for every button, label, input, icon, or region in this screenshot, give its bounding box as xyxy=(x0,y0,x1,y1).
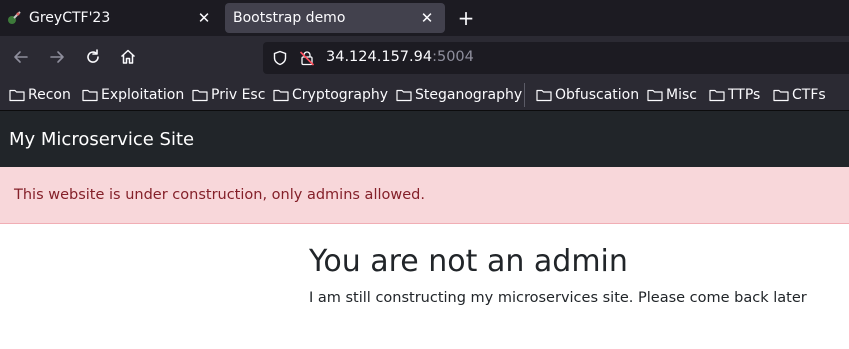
tab-title: Bootstrap demo xyxy=(233,10,346,26)
url-host: 34.124.157.94 xyxy=(326,49,433,65)
alert-message: This website is under construction, only… xyxy=(14,187,425,203)
bookmark-label: TTPs xyxy=(728,87,761,103)
alert-banner: This website is under construction, only… xyxy=(0,167,849,224)
folder-icon xyxy=(82,89,98,102)
greyctf-favicon-icon xyxy=(6,10,22,26)
bookmark-label: Recon xyxy=(28,87,71,103)
url-text[interactable]: 34.124.157.94:5004 xyxy=(326,49,474,65)
tab-greyctf[interactable]: GreyCTF'23 ✕ xyxy=(0,0,222,36)
arrow-right-icon[interactable] xyxy=(47,47,67,67)
page-heading: You are not an admin xyxy=(309,244,628,279)
bookmark-label: CTFs xyxy=(792,87,826,103)
bookmark-folder-exploitation[interactable]: Exploitation xyxy=(82,85,184,105)
folder-icon xyxy=(192,89,208,102)
folder-icon xyxy=(9,89,25,102)
close-icon[interactable]: ✕ xyxy=(419,10,435,26)
bookmark-label: Obfuscation xyxy=(555,87,640,103)
bookmark-folder-ctfs[interactable]: CTFs xyxy=(773,85,826,105)
bookmark-folder-priv-esc[interactable]: Priv Esc xyxy=(192,85,265,105)
navbar-brand[interactable]: My Microservice Site xyxy=(9,129,194,150)
tab-bootstrap-demo[interactable]: Bootstrap demo ✕ xyxy=(225,3,445,33)
bookmark-label: Priv Esc xyxy=(211,87,266,103)
bookmark-folder-cryptography[interactable]: Cryptography xyxy=(273,85,388,105)
bookmark-folder-obfuscation[interactable]: Obfuscation xyxy=(536,85,639,105)
folder-icon xyxy=(273,89,289,102)
navigation-toolbar: 34.124.157.94:5004 xyxy=(0,36,849,78)
home-icon[interactable] xyxy=(118,47,138,67)
folder-icon xyxy=(773,89,789,102)
tab-strip: GreyCTF'23 ✕ Bootstrap demo ✕ + xyxy=(0,0,849,36)
folder-icon xyxy=(396,89,412,102)
folder-icon xyxy=(536,89,552,102)
tab-title: GreyCTF'23 xyxy=(29,10,111,26)
page-message: I am still constructing my microservices… xyxy=(309,290,807,306)
insecure-lock-icon[interactable] xyxy=(299,50,315,66)
url-bar[interactable]: 34.124.157.94:5004 xyxy=(263,42,849,74)
bookmarks-toolbar: Recon Exploitation Priv Esc Cryptography… xyxy=(0,78,849,111)
bookmark-folder-recon[interactable]: Recon xyxy=(9,85,71,105)
close-icon[interactable]: ✕ xyxy=(196,10,212,26)
folder-icon xyxy=(647,89,663,102)
shield-icon[interactable] xyxy=(272,50,288,66)
url-port: :5004 xyxy=(432,49,474,65)
bookmark-folder-ttps[interactable]: TTPs xyxy=(709,85,760,105)
bookmark-folder-steganography[interactable]: Steganography xyxy=(396,85,522,105)
bookmark-label: Cryptography xyxy=(292,87,389,103)
arrow-left-icon[interactable] xyxy=(11,47,31,67)
site-navbar: My Microservice Site xyxy=(0,111,849,167)
reload-icon[interactable] xyxy=(83,47,103,67)
folder-icon xyxy=(709,89,725,102)
bookmark-folder-misc[interactable]: Misc xyxy=(647,85,697,105)
new-tab-plus-icon[interactable]: + xyxy=(455,7,477,29)
bookmark-label: Exploitation xyxy=(101,87,185,103)
bookmark-label: Steganography xyxy=(415,87,523,103)
bookmarks-separator xyxy=(524,83,525,107)
bookmark-label: Misc xyxy=(666,87,697,103)
